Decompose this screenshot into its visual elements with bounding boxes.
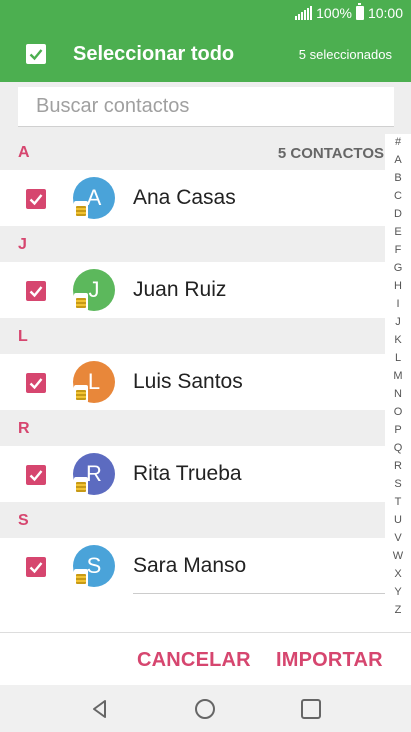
clock: 10:00 [367,5,403,21]
contact-checkbox[interactable] [26,373,46,393]
check-icon [29,49,43,61]
battery-percent: 100% [316,5,352,21]
alphabet-index-letter[interactable]: A [394,154,401,166]
check-icon [29,470,43,482]
check-icon [29,562,43,574]
contact-checkbox[interactable] [26,189,46,209]
section-header-j: J [0,226,385,262]
home-icon[interactable] [191,695,219,723]
alphabet-index-letter[interactable]: P [394,424,401,436]
check-icon [29,194,43,206]
contact-checkbox[interactable] [26,465,46,485]
contact-row[interactable]: L Luis Santos [0,354,385,410]
contact-name: Rita Trueba [133,462,242,485]
section-letter: L [18,328,28,345]
app-bar: Seleccionar todo 5 seleccionados [0,28,411,82]
alphabet-index-letter[interactable]: B [394,172,401,184]
contact-row[interactable]: J Juan Ruiz [0,262,385,318]
alphabet-index-letter[interactable]: N [394,388,402,400]
selected-count: 5 seleccionados [298,47,392,62]
sim-card-icon [74,569,88,587]
alphabet-index-letter[interactable]: X [394,568,401,580]
alphabet-index-letter[interactable]: C [394,190,402,202]
back-icon[interactable] [86,695,114,723]
contact-name: Juan Ruiz [133,278,227,301]
status-bar: 100% 10:00 [0,0,411,28]
contact-checkbox[interactable] [26,557,46,577]
system-nav-bar [0,685,411,732]
section-letter: J [18,236,27,253]
section-letter: A [18,144,30,161]
signal-icon [295,6,313,20]
contact-row[interactable]: R Rita Trueba [0,446,385,502]
section-header-l: L [0,318,385,354]
recents-icon[interactable] [297,695,325,723]
check-icon [29,286,43,298]
alphabet-index-letter[interactable]: W [393,550,403,562]
alphabet-index-letter[interactable]: Z [395,604,402,616]
select-all-checkbox[interactable] [26,44,46,64]
alphabet-index-letter[interactable]: T [395,496,402,508]
contact-name: Sara Manso [133,554,247,577]
action-footer: CANCELAR IMPORTAR [0,633,411,685]
section-letter: R [18,420,30,437]
contact-name: Ana Casas [133,186,236,209]
sim-card-icon [74,201,88,219]
cancel-button[interactable]: CANCELAR [137,649,251,672]
alphabet-index-letter[interactable]: S [394,478,401,490]
alphabet-index-letter[interactable]: U [394,514,402,526]
section-header-s: S [0,502,385,538]
contact-row[interactable]: A Ana Casas [0,170,385,226]
alphabet-index[interactable]: # A B C D E F G H I J K L M N O P Q R S T U V W X Y Z [385,136,411,616]
alphabet-index-letter[interactable]: M [393,370,402,382]
contact-checkbox[interactable] [26,281,46,301]
select-all-title[interactable]: Seleccionar todo [73,43,234,66]
alphabet-index-letter[interactable]: L [395,352,401,364]
alphabet-index-letter[interactable]: O [394,406,403,418]
alphabet-index-letter[interactable]: E [394,226,401,238]
contacts-count: 5 CONTACTOS [277,145,384,162]
alphabet-index-letter[interactable]: G [394,262,403,274]
sim-card-icon [74,293,88,311]
contact-row[interactable]: S Sara Manso [0,538,385,594]
search-box [18,87,394,127]
alphabet-index-letter[interactable]: F [395,244,402,256]
alphabet-index-letter[interactable]: R [394,460,402,472]
battery-icon [355,3,364,20]
alphabet-index-letter[interactable]: Y [394,586,401,598]
alphabet-index-letter[interactable]: K [394,334,401,346]
alphabet-index-letter[interactable]: J [395,316,401,328]
search-bar [0,82,411,134]
import-button[interactable]: IMPORTAR [276,649,383,672]
sim-card-icon [74,385,88,403]
sim-card-icon [74,477,88,495]
check-icon [29,378,43,390]
alphabet-index-letter[interactable]: # [395,136,401,148]
section-header-r: R [0,410,385,446]
section-letter: S [18,512,29,529]
contact-name: Luis Santos [133,370,243,393]
alphabet-index-letter[interactable]: I [396,298,399,310]
status-indicators: 100% 10:00 [295,3,403,21]
alphabet-index-letter[interactable]: Q [394,442,403,454]
list-divider [133,593,385,594]
alphabet-index-letter[interactable]: D [394,208,402,220]
alphabet-index-letter[interactable]: H [394,280,402,292]
search-input[interactable] [18,87,394,126]
alphabet-index-letter[interactable]: V [394,532,401,544]
section-header-a: A 5 CONTACTOS [0,134,385,170]
